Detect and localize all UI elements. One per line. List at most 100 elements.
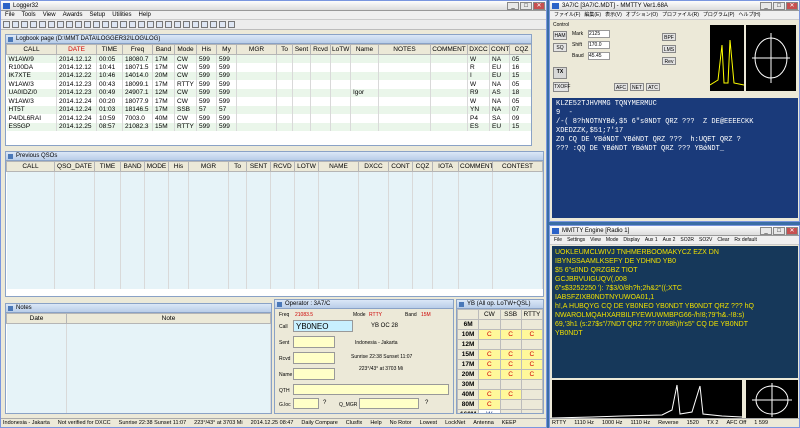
logbook-col-my[interactable]: My	[216, 44, 237, 55]
logbook-col-lotw[interactable]: LoTW	[330, 44, 351, 55]
prev-col-lotw[interactable]: LOTW	[294, 161, 319, 172]
engine-status-item[interactable]: TX 2	[707, 419, 719, 427]
engine-status-item[interactable]: RTTY	[552, 419, 566, 427]
toolbar-button-icon[interactable]	[210, 21, 217, 28]
engine-status-item[interactable]: 1110 Hz	[574, 419, 594, 427]
engine-menu-item[interactable]: View	[590, 236, 601, 244]
toolbar-button-icon[interactable]	[21, 21, 28, 28]
logbook-col-date[interactable]: DATE	[56, 44, 97, 55]
prev-col-rcvd[interactable]: RCVD	[270, 161, 295, 172]
status-item[interactable]: Sunrise 22:38 Sunset 11:07	[119, 419, 186, 427]
status-item[interactable]: 2014.12.25 08:47	[251, 419, 294, 427]
band-status-cell[interactable]: C	[478, 389, 501, 400]
maximize-button[interactable]: □	[520, 2, 532, 10]
status-item[interactable]: Clusfix	[346, 419, 363, 427]
status-item[interactable]: Help	[370, 419, 381, 427]
prev-col-call[interactable]: CALL	[6, 161, 55, 172]
engine-receive-screen[interactable]: UOKLEUMCLWIVJ TNHMERBOOMAKYCZ EZX DN IBYN…	[552, 246, 798, 378]
menu-help[interactable]: Help	[139, 11, 151, 19]
toolbar-button-icon[interactable]	[129, 21, 136, 28]
qmgr-help-icon[interactable]: ?	[425, 400, 428, 406]
engine-menu-item[interactable]: Aux 2	[663, 236, 676, 244]
status-item[interactable]: Not verified for DXCC	[58, 419, 111, 427]
mmtty-menu-view[interactable]: 表示(V)	[605, 11, 622, 19]
qth-input[interactable]	[293, 384, 449, 395]
sq-button[interactable]: SQ	[553, 43, 567, 52]
logbook-col-comment[interactable]: COMMENT	[430, 44, 468, 55]
engine-menu-item[interactable]: Mode	[606, 236, 619, 244]
mmtty-menu-file[interactable]: ファイル(F)	[554, 11, 580, 19]
atc-button[interactable]: ATC	[646, 83, 660, 91]
rev-button[interactable]: Rev	[662, 57, 676, 65]
mmtty-receive-screen[interactable]: KLZE52TJHVMMG TQNYMERMUC 9 -/-( 8?hNOTNYB…	[552, 98, 798, 218]
menu-tools[interactable]: Tools	[22, 11, 36, 19]
engine-status-item[interactable]: 1 599	[754, 419, 768, 427]
engine-menu-item[interactable]: File	[554, 236, 562, 244]
logbook-col-band[interactable]: Band	[152, 44, 175, 55]
ham-button[interactable]: HAM	[553, 31, 567, 40]
band-status-cell[interactable]: C	[478, 399, 501, 410]
engine-menu-item[interactable]: Rx default	[734, 236, 757, 244]
engine-status-item[interactable]: 1000 Hz	[602, 419, 623, 427]
engine-status-item[interactable]: AFC Off	[726, 419, 746, 427]
mmtty-menu-profile[interactable]: プロファイル(R)	[662, 11, 699, 19]
table-row[interactable]: W1AW/9 2014.12.12 00:05 18080.7 17M CW 599 599 W…	[6, 54, 531, 63]
status-item[interactable]: No Rotor	[390, 419, 412, 427]
engine-menu-item[interactable]: Clear	[717, 236, 729, 244]
engine-menu-item[interactable]: Aux 1	[645, 236, 658, 244]
toolbar-button-icon[interactable]	[66, 21, 73, 28]
logbook-col-call[interactable]: CALL	[6, 44, 57, 55]
logbook-col-dxcc[interactable]: DXCC	[467, 44, 490, 55]
toolbar-button-icon[interactable]	[39, 21, 46, 28]
logbook-col-sent[interactable]: Sent	[292, 44, 311, 55]
logbook-col-cqz[interactable]: CQZ	[509, 44, 531, 55]
band-status-cell[interactable]	[520, 389, 543, 400]
band-status-cell[interactable]: C	[520, 359, 543, 370]
txoff-button[interactable]: TXOFF	[553, 82, 570, 92]
toolbar-button-icon[interactable]	[147, 21, 154, 28]
mmtty-menu-program[interactable]: プログラム(P)	[703, 11, 735, 19]
rcvd-input[interactable]	[293, 352, 335, 364]
band-status-cell[interactable]: C	[499, 329, 522, 340]
band-status-cell[interactable]	[478, 339, 501, 350]
prev-col-mode[interactable]: MODE	[144, 161, 169, 172]
table-row[interactable]: R100DA 2014.12.12 10:41 18071.5 17M CW 599 599 R…	[6, 63, 531, 72]
toolbar-button-icon[interactable]	[192, 21, 199, 28]
qmgr-input[interactable]	[359, 398, 419, 409]
engine-status-item[interactable]: 1110 Hz	[630, 419, 650, 427]
status-item[interactable]: Indonesia - Jakarta	[3, 419, 50, 427]
status-item[interactable]: KEEP	[502, 419, 517, 427]
band-status-cell[interactable]: C	[520, 349, 543, 360]
close-button[interactable]: ✕	[533, 2, 545, 10]
call-input[interactable]: YB0NEO	[293, 320, 353, 332]
table-row[interactable]: W1AW/3 2014.12.24 00:20 18077.9 17M CW 599 599 W…	[6, 97, 531, 106]
band-status-cell[interactable]: C	[499, 369, 522, 380]
band-status-cell[interactable]	[520, 379, 543, 390]
toolbar-button-icon[interactable]	[228, 21, 235, 28]
band-status-cell[interactable]: C	[499, 359, 522, 370]
notes-col-note[interactable]: Note	[66, 313, 271, 324]
prev-col-qso_date[interactable]: QSO_DATE	[54, 161, 95, 172]
mmtty-menu-edit[interactable]: 編集(E)	[584, 11, 601, 19]
net-button[interactable]: NET	[630, 83, 644, 91]
band-status-cell[interactable]	[478, 319, 501, 330]
toolbar-button-icon[interactable]	[12, 21, 19, 28]
prev-col-to[interactable]: To	[228, 161, 247, 172]
toolbar-button-icon[interactable]	[165, 21, 172, 28]
shift-select[interactable]: 170.0	[588, 41, 610, 49]
status-item[interactable]: LockNet	[445, 419, 465, 427]
status-item[interactable]: 223°/43° at 3703 Mi	[194, 419, 242, 427]
notes-col-date[interactable]: Date	[6, 313, 67, 324]
band-status-cell[interactable]: C	[520, 369, 543, 380]
toolbar-button-icon[interactable]	[138, 21, 145, 28]
engine-menu-item[interactable]: Settings	[567, 236, 585, 244]
toolbar-button-icon[interactable]	[156, 21, 163, 28]
baud-select[interactable]: 45.45	[588, 52, 610, 60]
prev-col-cqz[interactable]: CQZ	[412, 161, 433, 172]
engine-minimize-button[interactable]: _	[760, 227, 772, 235]
toolbar-button-icon[interactable]	[111, 21, 118, 28]
band-status-cell[interactable]	[520, 409, 543, 413]
bpf-button[interactable]: BPF	[662, 33, 676, 41]
name-input[interactable]	[293, 368, 335, 380]
engine-close-button[interactable]: ✕	[786, 227, 798, 235]
